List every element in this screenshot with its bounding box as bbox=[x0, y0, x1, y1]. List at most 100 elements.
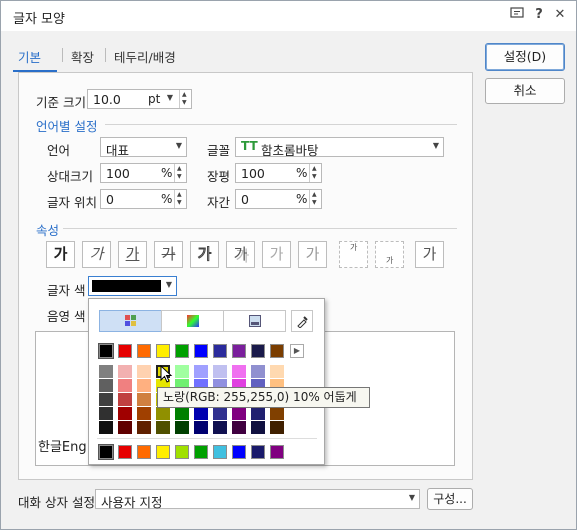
palette-shade-swatch[interactable] bbox=[137, 393, 151, 406]
font-select[interactable]: TT 함초롬바탕 ▼ bbox=[235, 137, 444, 158]
strikethrough-button[interactable]: 가 bbox=[154, 241, 183, 268]
recent-color-swatch[interactable] bbox=[118, 445, 132, 459]
palette-color-swatch[interactable] bbox=[213, 344, 227, 358]
language-select[interactable]: 대표 ▼ bbox=[100, 137, 187, 158]
palette-color-swatch[interactable] bbox=[194, 344, 208, 358]
font-size-spinner[interactable]: ▲ ▼ bbox=[179, 90, 191, 108]
palette-shade-swatch[interactable] bbox=[194, 421, 208, 434]
palette-shade-swatch[interactable] bbox=[156, 421, 170, 434]
relative-size-field[interactable]: 100 % ▲ ▼ bbox=[100, 163, 187, 183]
outline-button[interactable]: 가 bbox=[190, 241, 219, 268]
superscript-button[interactable]: 가 bbox=[339, 241, 368, 268]
palette-color-swatch[interactable] bbox=[137, 344, 151, 358]
palette-shade-swatch[interactable] bbox=[213, 421, 227, 434]
palette-color-swatch[interactable] bbox=[98, 343, 114, 359]
palette-shade-swatch[interactable] bbox=[251, 421, 265, 434]
palette-shade-swatch[interactable] bbox=[270, 365, 284, 378]
palette-shade-swatch[interactable] bbox=[118, 379, 132, 392]
eyedropper-button[interactable] bbox=[291, 310, 313, 332]
ok-button[interactable]: 설정(D) bbox=[485, 43, 565, 71]
palette-shade-swatch[interactable] bbox=[137, 407, 151, 420]
palette-shade-swatch[interactable] bbox=[175, 407, 189, 420]
attributes-section-title: 속성 bbox=[36, 223, 60, 238]
close-icon[interactable]: ✕ bbox=[552, 7, 568, 23]
palette-shade-swatch[interactable] bbox=[156, 407, 170, 420]
palette-shade-swatch[interactable] bbox=[118, 365, 132, 378]
recent-color-swatch[interactable] bbox=[194, 445, 208, 459]
palette-shade-swatch[interactable] bbox=[175, 421, 189, 434]
width-ratio-spinner[interactable]: ▲ ▼ bbox=[309, 164, 321, 182]
recent-color-swatch[interactable] bbox=[251, 445, 265, 459]
engrave-button[interactable]: 가 bbox=[298, 241, 327, 268]
palette-shade-swatch[interactable] bbox=[213, 407, 227, 420]
recent-color-swatch[interactable] bbox=[232, 445, 246, 459]
window-title: 글자 모양 bbox=[13, 12, 65, 27]
char-position-spinner[interactable]: ▲ ▼ bbox=[174, 190, 186, 208]
palette-color-swatch[interactable] bbox=[118, 344, 132, 358]
underline-button[interactable]: 가 bbox=[118, 241, 147, 268]
palette-shade-swatch[interactable] bbox=[232, 365, 246, 378]
spacing-field[interactable]: 0 % ▲ ▼ bbox=[235, 189, 322, 209]
palette-shade-swatch[interactable] bbox=[137, 379, 151, 392]
tab-gradient-colors[interactable] bbox=[161, 310, 224, 332]
recent-color-swatch[interactable] bbox=[156, 445, 170, 459]
palette-color-swatch[interactable] bbox=[270, 344, 284, 358]
palette-shade-swatch[interactable] bbox=[232, 407, 246, 420]
palette-color-swatch[interactable] bbox=[156, 344, 170, 358]
palette-shade-swatch[interactable] bbox=[99, 407, 113, 420]
italic-button[interactable]: 가 bbox=[82, 241, 111, 268]
text-color-select[interactable]: ▼ bbox=[88, 276, 177, 296]
compose-button[interactable]: 구성... bbox=[427, 488, 473, 510]
relative-size-spinner[interactable]: ▲ ▼ bbox=[174, 164, 186, 182]
palette-color-swatch[interactable] bbox=[251, 344, 265, 358]
palette-shade-swatch[interactable] bbox=[99, 365, 113, 378]
palette-shade-swatch[interactable] bbox=[99, 393, 113, 406]
palette-shade-swatch[interactable] bbox=[194, 407, 208, 420]
chevron-down-icon[interactable]: ▼ bbox=[167, 93, 173, 102]
palette-color-swatch[interactable] bbox=[175, 344, 189, 358]
palette-shade-swatch[interactable] bbox=[194, 365, 208, 378]
recent-color-swatch[interactable] bbox=[137, 445, 151, 459]
recent-color-swatch[interactable] bbox=[98, 444, 114, 460]
spacing-label: 자간 bbox=[207, 195, 231, 210]
color-tooltip: 노랑(RGB: 255,255,0) 10% 어둡게 bbox=[157, 387, 370, 408]
palette-shade-swatch[interactable] bbox=[137, 421, 151, 434]
shadow-button[interactable]: 가 bbox=[226, 241, 255, 268]
help-icon[interactable]: ? bbox=[531, 7, 547, 23]
more-colors-arrow-icon[interactable]: ▶ bbox=[290, 344, 304, 358]
comment-icon[interactable] bbox=[509, 7, 525, 23]
tab-basic[interactable]: 기본 bbox=[18, 47, 41, 66]
palette-shade-swatch[interactable] bbox=[99, 421, 113, 434]
palette-shade-swatch[interactable] bbox=[99, 379, 113, 392]
palette-shade-swatch[interactable] bbox=[251, 365, 265, 378]
spacing-spinner[interactable]: ▲ ▼ bbox=[309, 190, 321, 208]
palette-shade-swatch[interactable] bbox=[251, 407, 265, 420]
palette-shade-swatch[interactable] bbox=[118, 407, 132, 420]
palette-shade-swatch[interactable] bbox=[270, 407, 284, 420]
recent-color-swatch[interactable] bbox=[213, 445, 227, 459]
palette-shade-swatch[interactable] bbox=[118, 393, 132, 406]
palette-shade-swatch[interactable] bbox=[118, 421, 132, 434]
tab-basic-colors[interactable] bbox=[99, 310, 162, 332]
palette-shade-swatch[interactable] bbox=[175, 365, 189, 378]
palette-shade-swatch[interactable] bbox=[137, 365, 151, 378]
dialog-settings-select[interactable]: 사용자 지정 ▼ bbox=[95, 489, 420, 510]
char-position-field[interactable]: 0 % ▲ ▼ bbox=[100, 189, 187, 209]
tab-border-background[interactable]: 테두리/배경 bbox=[114, 47, 176, 66]
palette-shade-swatch[interactable] bbox=[270, 421, 284, 434]
subscript-button[interactable]: 가 bbox=[375, 241, 404, 268]
palette-shade-swatch[interactable] bbox=[213, 365, 227, 378]
recent-color-swatch[interactable] bbox=[270, 445, 284, 459]
tab-extended[interactable]: 확장 bbox=[71, 47, 94, 66]
normal-button[interactable]: 가 bbox=[415, 241, 444, 268]
palette-shade-swatch[interactable] bbox=[232, 421, 246, 434]
emboss-button[interactable]: 가 bbox=[262, 241, 291, 268]
font-size-field[interactable]: 10.0 pt ▼ ▲ ▼ bbox=[87, 89, 192, 109]
bold-button[interactable]: 가 bbox=[46, 241, 75, 268]
width-ratio-field[interactable]: 100 % ▲ ▼ bbox=[235, 163, 322, 183]
font-size-label: 기준 크기 bbox=[36, 95, 86, 110]
tab-custom-colors[interactable] bbox=[223, 310, 286, 332]
cancel-button[interactable]: 취소 bbox=[485, 78, 565, 104]
recent-color-swatch[interactable] bbox=[175, 445, 189, 459]
palette-color-swatch[interactable] bbox=[232, 344, 246, 358]
